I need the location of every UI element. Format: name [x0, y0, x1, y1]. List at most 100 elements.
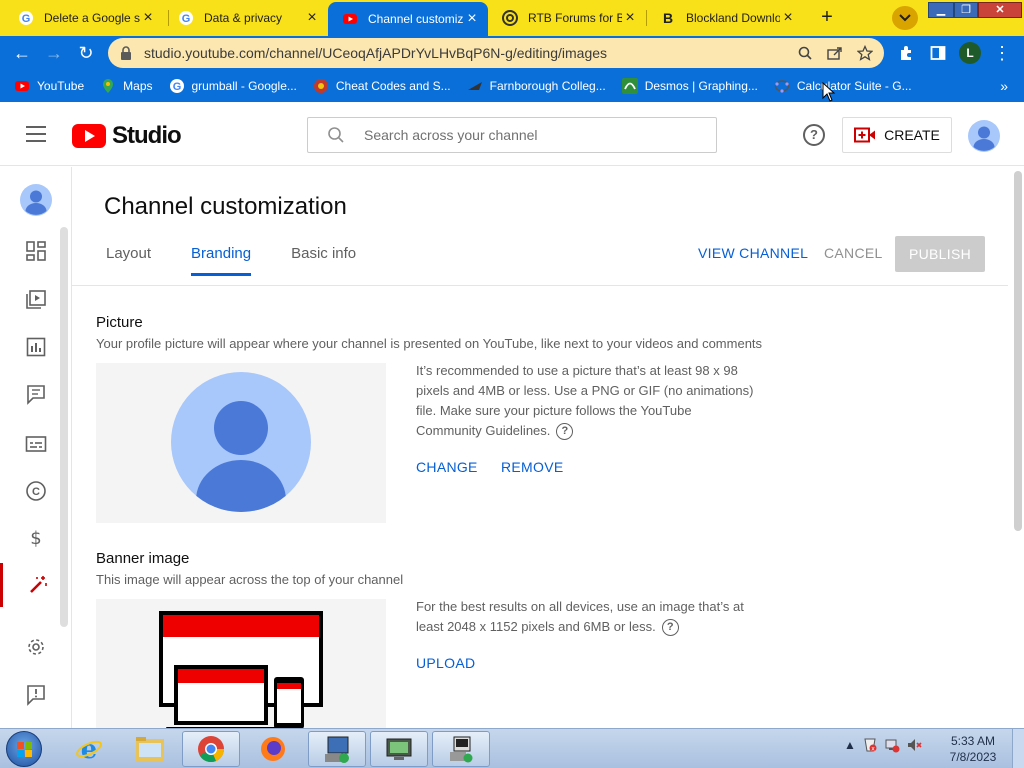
svg-text:x: x: [871, 746, 875, 753]
forward-icon[interactable]: →: [42, 41, 66, 65]
main-scrollbar[interactable]: [1014, 171, 1022, 531]
bookmark-cheat-codes[interactable]: Cheat Codes and S...: [313, 78, 451, 94]
star-icon[interactable]: [854, 42, 876, 64]
remove-picture-button[interactable]: REMOVE: [501, 459, 563, 475]
tab-search-button[interactable]: [892, 6, 918, 30]
browser-tab[interactable]: G Delete a Google s ×: [4, 4, 164, 32]
more-menu-icon[interactable]: ⋮: [990, 41, 1014, 65]
taskbar-app-2[interactable]: [370, 731, 428, 767]
taskbar-file-explorer[interactable]: [121, 731, 179, 767]
page-title: Channel customization: [104, 193, 347, 220]
tray-expand-icon[interactable]: ▲: [844, 738, 856, 752]
back-icon[interactable]: ←: [10, 41, 34, 65]
analytics-icon: [26, 337, 46, 357]
publish-button[interactable]: PUBLISH: [895, 236, 985, 272]
nav-feedback[interactable]: [0, 673, 72, 717]
create-button[interactable]: CREATE: [842, 117, 952, 153]
extensions-icon[interactable]: [894, 41, 918, 65]
bookmark-youtube[interactable]: YouTube: [14, 78, 84, 94]
bookmark-grumball[interactable]: G grumball - Google...: [169, 78, 297, 94]
comments-icon: [27, 385, 45, 405]
help-icon[interactable]: ?: [661, 619, 679, 637]
rail-scrollbar[interactable]: [60, 227, 68, 627]
close-window-button[interactable]: ✕: [978, 2, 1022, 18]
profile-avatar[interactable]: L: [959, 42, 981, 64]
monitor-icon: [450, 736, 473, 763]
gear-icon: [28, 639, 44, 655]
google-icon: G: [179, 11, 193, 25]
upload-banner-button[interactable]: UPLOAD: [416, 655, 475, 671]
bookmark-calculator-suite[interactable]: Calculator Suite - G...: [774, 78, 912, 94]
search-input[interactable]: [364, 127, 684, 143]
create-video-icon: [854, 127, 876, 143]
taskbar-clock[interactable]: 5:33 AM 7/8/2023: [944, 733, 1002, 765]
bookmark-desmos[interactable]: Desmos | Graphing...: [621, 78, 758, 94]
folder-icon: [136, 737, 164, 761]
desmos-icon: [621, 78, 638, 94]
browser-tab[interactable]: RTB Forums for Bl ×: [488, 4, 646, 32]
tab-branding[interactable]: Branding: [191, 245, 252, 276]
browser-tab[interactable]: G Data & privacy ×: [164, 4, 328, 32]
taskbar-internet-explorer[interactable]: e: [60, 731, 118, 767]
taskbar-firefox[interactable]: [244, 731, 302, 767]
share-icon[interactable]: [824, 42, 846, 64]
restore-button[interactable]: ❐: [954, 2, 978, 18]
browser-tab-active[interactable]: Channel customiz ×: [328, 2, 488, 36]
create-label: CREATE: [884, 127, 940, 143]
minimize-button[interactable]: ▁: [928, 2, 954, 18]
start-button[interactable]: [6, 731, 42, 767]
taskbar-chrome[interactable]: [182, 731, 240, 767]
search-icon[interactable]: [308, 126, 364, 144]
left-navigation-rail: C $: [0, 167, 72, 728]
studio-logo[interactable]: Studio: [72, 122, 182, 150]
bookmark-farnborough[interactable]: Farnborough Colleg...: [467, 78, 606, 94]
tab-basic-info[interactable]: Basic info: [291, 245, 356, 276]
search-icon[interactable]: [794, 42, 816, 64]
action-center-icon[interactable]: x: [862, 737, 878, 753]
nav-settings[interactable]: [0, 625, 72, 669]
clock-date: 7/8/2023: [949, 750, 997, 764]
menu-icon[interactable]: [26, 126, 46, 142]
cancel-button[interactable]: CANCEL: [824, 245, 883, 261]
change-picture-button[interactable]: CHANGE: [416, 459, 478, 475]
browser-tab-strip: G Delete a Google s × G Data & privacy ×…: [0, 0, 1024, 36]
network-icon[interactable]: [884, 737, 900, 753]
mouse-cursor-icon: [822, 82, 836, 102]
monitor-icon: [386, 738, 412, 760]
channel-avatar[interactable]: [20, 184, 52, 216]
more-bookmarks-icon[interactable]: »: [1000, 78, 1008, 94]
address-bar[interactable]: studio.youtube.com/channel/UCeoqAfjAPDrY…: [108, 38, 884, 68]
devices-illustration: [159, 611, 323, 728]
help-icon[interactable]: ?: [803, 124, 825, 146]
tab-layout[interactable]: Layout: [106, 245, 151, 276]
side-panel-icon[interactable]: [926, 41, 950, 65]
close-tab-icon[interactable]: ×: [780, 10, 796, 26]
copyright-icon: C: [26, 481, 46, 501]
show-desktop-button[interactable]: [1012, 729, 1024, 768]
help-icon[interactable]: ?: [556, 423, 574, 441]
browser-tab[interactable]: B Blockland Downlo ×: [646, 4, 804, 32]
clock-time: 5:33 AM: [950, 734, 996, 748]
bookmark-maps[interactable]: Maps: [100, 78, 153, 94]
svg-text:B: B: [663, 10, 673, 26]
close-tab-icon[interactable]: ×: [140, 10, 156, 26]
dashboard-icon: [26, 241, 46, 261]
windows-logo-icon: [17, 742, 32, 757]
close-tab-icon[interactable]: ×: [304, 10, 320, 26]
view-channel-button[interactable]: VIEW CHANNEL: [698, 245, 808, 261]
taskbar-app-1[interactable]: [308, 731, 366, 767]
content-icon: [26, 290, 46, 309]
tab-label: Delete a Google s: [44, 11, 140, 25]
channel-search-box[interactable]: [307, 117, 717, 153]
banner-section-description: This image will appear across the top of…: [96, 572, 404, 587]
account-avatar[interactable]: [968, 120, 1000, 152]
close-tab-icon[interactable]: ×: [464, 11, 480, 27]
chrome-icon: [198, 736, 224, 763]
new-tab-button[interactable]: +: [814, 6, 840, 30]
geogebra-icon: [774, 80, 790, 93]
tab-label: Data & privacy: [204, 11, 283, 25]
reload-icon[interactable]: ↻: [74, 41, 98, 65]
volume-muted-icon[interactable]: [906, 737, 922, 753]
taskbar-app-3[interactable]: [432, 731, 490, 767]
close-tab-icon[interactable]: ×: [622, 10, 638, 26]
